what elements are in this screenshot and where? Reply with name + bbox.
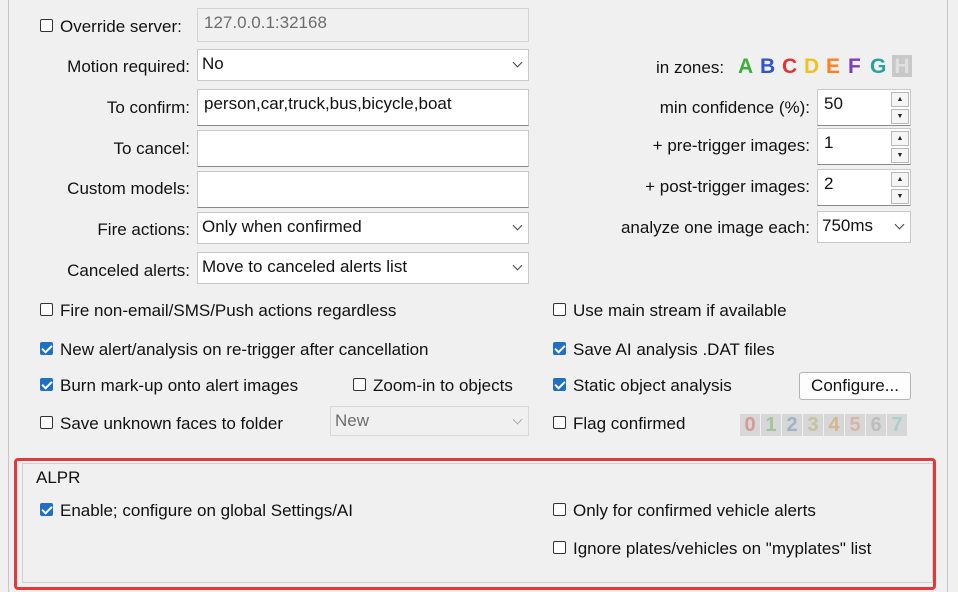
zone-e-toggle[interactable]: E	[826, 55, 840, 79]
faces-folder-value: New	[335, 411, 370, 430]
min-confidence-spinner[interactable]: 50 ▲ ▼	[817, 89, 911, 126]
spin-down-icon[interactable]: ▼	[891, 189, 909, 204]
fire-actions-value: Only when confirmed	[202, 217, 362, 236]
save-faces-label[interactable]: Save unknown faces to folder	[60, 414, 283, 434]
main-stream-label[interactable]: Use main stream if available	[573, 301, 787, 321]
motion-required-select[interactable]: No	[197, 49, 529, 81]
canceled-alerts-value: Move to canceled alerts list	[202, 257, 408, 276]
zone-selector: ABCDEFGH	[735, 54, 913, 80]
flag-digit-1[interactable]: 1	[761, 414, 781, 436]
zone-d-toggle[interactable]: D	[804, 55, 819, 79]
flag-digit-6[interactable]: 6	[866, 414, 886, 436]
save-dat-checkbox[interactable]	[553, 342, 566, 355]
flag-digit-5[interactable]: 5	[845, 414, 865, 436]
zone-a-toggle[interactable]: A	[738, 55, 753, 79]
burn-markup-label[interactable]: Burn mark-up onto alert images	[60, 376, 298, 396]
spinner-buttons[interactable]: ▲ ▼	[891, 91, 909, 124]
pre-trigger-value: 1	[824, 133, 834, 152]
pre-trigger-spinner[interactable]: 1 ▲ ▼	[817, 128, 911, 165]
analyze-each-value: 750ms	[822, 216, 874, 235]
in-zones-label: in zones:	[656, 58, 725, 77]
fire-actions-select[interactable]: Only when confirmed	[197, 212, 529, 244]
min-confidence-value: 50	[824, 94, 843, 113]
fire-non-email-checkbox[interactable]	[40, 303, 53, 316]
zone-b-toggle[interactable]: B	[760, 55, 775, 79]
static-object-label[interactable]: Static object analysis	[573, 376, 732, 396]
min-confidence-label: min confidence (%):	[659, 98, 810, 117]
flag-confirmed-checkbox[interactable]	[553, 416, 566, 429]
to-confirm-input[interactable]: person,car,truck,bus,bicycle,boat	[197, 89, 529, 126]
post-trigger-label: + post-trigger images:	[645, 177, 810, 196]
chevron-down-icon	[512, 414, 523, 425]
to-cancel-input[interactable]	[197, 130, 529, 167]
zoom-in-label[interactable]: Zoom-in to objects	[373, 376, 513, 396]
flag-digit-0[interactable]: 0	[740, 414, 760, 436]
static-object-checkbox[interactable]	[553, 378, 566, 391]
spin-down-icon[interactable]: ▼	[891, 148, 909, 163]
chevron-down-icon	[512, 260, 523, 271]
server-address-field[interactable]: 127.0.0.1:32168	[197, 8, 529, 42]
save-dat-label[interactable]: Save AI analysis .DAT files	[573, 340, 775, 360]
new-alert-checkbox[interactable]	[40, 342, 53, 355]
zone-c-toggle[interactable]: C	[782, 55, 797, 79]
chevron-down-icon	[894, 219, 905, 230]
post-trigger-spinner[interactable]: 2 ▲ ▼	[817, 169, 911, 206]
alpr-highlight-box	[14, 458, 936, 590]
zoom-in-checkbox[interactable]	[353, 378, 366, 391]
fire-non-email-label[interactable]: Fire non-email/SMS/Push actions regardle…	[60, 301, 396, 321]
spinner-buttons[interactable]: ▲ ▼	[891, 171, 909, 204]
custom-models-label: Custom models:	[67, 179, 190, 198]
faces-folder-select[interactable]: New	[330, 406, 529, 436]
spinner-buttons[interactable]: ▲ ▼	[891, 130, 909, 163]
post-trigger-value: 2	[824, 174, 834, 193]
to-confirm-label: To confirm:	[106, 98, 190, 117]
flag-digit-4[interactable]: 4	[824, 414, 844, 436]
flag-digit-7[interactable]: 7	[887, 414, 907, 436]
override-server-checkbox[interactable]	[40, 19, 53, 32]
zone-f-toggle[interactable]: F	[848, 55, 861, 79]
canceled-alerts-label: Canceled alerts:	[67, 261, 190, 280]
save-faces-checkbox[interactable]	[40, 416, 53, 429]
burn-markup-checkbox[interactable]	[40, 378, 53, 391]
spin-up-icon[interactable]: ▲	[891, 172, 909, 187]
zone-g-toggle[interactable]: G	[870, 55, 886, 79]
canceled-alerts-select[interactable]: Move to canceled alerts list	[197, 252, 529, 284]
configure-button[interactable]: Configure...	[799, 372, 911, 400]
spin-down-icon[interactable]: ▼	[891, 109, 909, 124]
flag-confirmed-label[interactable]: Flag confirmed	[573, 414, 685, 434]
spin-up-icon[interactable]: ▲	[891, 131, 909, 146]
main-stream-checkbox[interactable]	[553, 303, 566, 316]
to-cancel-label: To cancel:	[113, 139, 190, 158]
pre-trigger-label: + pre-trigger images:	[652, 136, 810, 155]
new-alert-label[interactable]: New alert/analysis on re-trigger after c…	[60, 340, 429, 360]
chevron-down-icon	[512, 57, 523, 68]
motion-required-label: Motion required:	[67, 57, 190, 76]
flag-number-selector: 01234567	[740, 414, 910, 436]
flag-digit-3[interactable]: 3	[803, 414, 823, 436]
custom-models-input[interactable]	[197, 171, 529, 208]
fire-actions-label: Fire actions:	[97, 220, 190, 239]
override-server-label[interactable]: Override server:	[60, 17, 182, 37]
analyze-each-label: analyze one image each:	[620, 218, 810, 237]
zone-h-toggle[interactable]: H	[892, 55, 912, 78]
motion-required-value: No	[202, 54, 224, 73]
chevron-down-icon	[512, 220, 523, 231]
analyze-each-select[interactable]: 750ms	[817, 211, 911, 243]
flag-digit-2[interactable]: 2	[782, 414, 802, 436]
spin-up-icon[interactable]: ▲	[891, 92, 909, 107]
